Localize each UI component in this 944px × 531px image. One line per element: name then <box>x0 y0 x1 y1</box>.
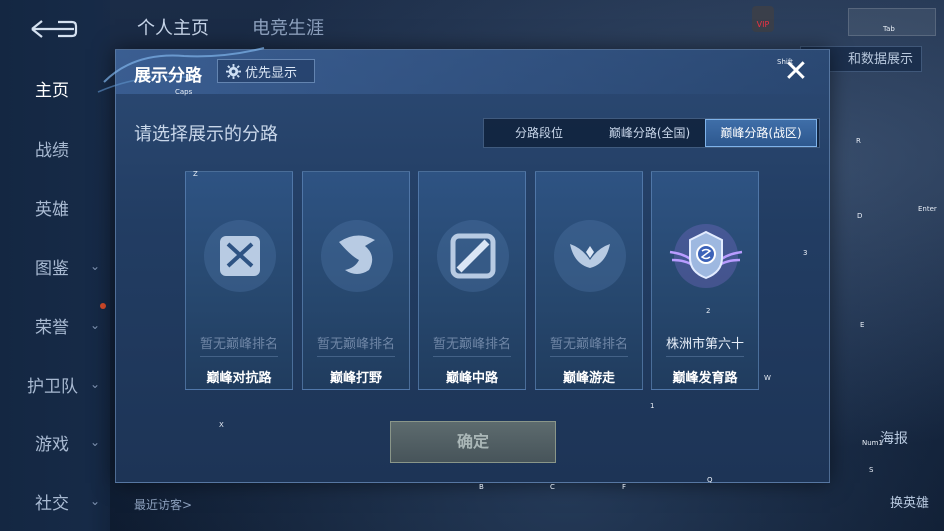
lane-card-mid[interactable]: 暂无巅峰排名 巅峰中路 <box>418 171 526 390</box>
dialog-subtitle: 请选择展示的分路 <box>134 124 278 145</box>
card-divider <box>433 356 511 357</box>
winged-crest-icon <box>669 224 743 288</box>
key-hint: 3 <box>803 249 808 257</box>
key-hint: E <box>860 321 865 329</box>
sidebar-item-label: 图鉴 <box>35 258 69 279</box>
chevron-down-icon: ⌄ <box>90 494 101 508</box>
key-hint: D <box>857 212 863 220</box>
tab-lane-rank[interactable]: 分路段位 <box>484 119 594 147</box>
lane-name: 巅峰发育路 <box>672 371 738 386</box>
poster-label[interactable]: 海报 <box>880 428 908 448</box>
lane-name: 巅峰对抗路 <box>206 371 272 386</box>
key-hint: R <box>856 137 861 145</box>
key-hint: Enter <box>918 205 937 213</box>
tab-peak-region[interactable]: 巅峰分路(战区) <box>705 119 817 147</box>
sidebar-item-label: 英雄 <box>35 199 69 220</box>
key-hint: Tab <box>883 25 895 33</box>
chevron-down-icon: ⌄ <box>90 318 101 332</box>
key-hint: F <box>622 483 627 491</box>
sword-shield-icon <box>204 220 276 292</box>
sidebar-item-social[interactable]: 社交 ⌄ <box>0 481 110 521</box>
sidebar-item-label: 主页 <box>35 80 69 101</box>
tab-personal-home[interactable]: 个人主页 <box>137 14 209 40</box>
key-hint: W <box>764 374 771 382</box>
lane-card-support[interactable]: 暂无巅峰排名 巅峰游走 <box>535 171 643 390</box>
lane-name: 巅峰中路 <box>445 371 498 386</box>
lane-mode-tabs: 分路段位 巅峰分路(全国) 巅峰分路(战区) <box>483 118 820 148</box>
card-divider <box>550 356 628 357</box>
key-hint: 2 <box>706 307 711 315</box>
key-hint: X <box>219 421 224 429</box>
chevron-down-icon: ⌄ <box>90 435 101 449</box>
lane-name: 巅峰游走 <box>562 371 615 386</box>
lane-name: 巅峰打野 <box>329 371 382 386</box>
sidebar-item-codex[interactable]: 图鉴 ⌄ <box>0 246 110 286</box>
sidebar-item-label: 战绩 <box>35 140 69 161</box>
notification-dot <box>100 303 106 309</box>
key-hint: Z <box>193 170 198 178</box>
sidebar-item-label: 荣誉 <box>35 317 69 338</box>
chevron-down-icon: ⌄ <box>90 259 101 273</box>
sidebar-item-label: 游戏 <box>35 434 69 455</box>
tab-esports-career[interactable]: 电竞生涯 <box>252 14 324 40</box>
sidebar-item-label: 护卫队 <box>27 376 78 397</box>
lane-card-jungle[interactable]: 暂无巅峰排名 巅峰打野 <box>302 171 410 390</box>
sidebar-item-honor[interactable]: 荣誉 ⌄ <box>0 305 110 345</box>
sidebar-item-label: 社交 <box>35 493 69 514</box>
vip-badge: VIP <box>752 6 774 32</box>
wings-icon <box>554 220 626 292</box>
staff-icon <box>437 220 509 292</box>
peak-rank-text: 暂无巅峰排名 <box>316 337 395 352</box>
sidebar-item-record[interactable]: 战绩 <box>0 128 110 168</box>
key-hint: B <box>479 483 484 491</box>
priority-display-label: 优先显示 <box>245 65 298 81</box>
peak-rank-text: 株洲市第六十 <box>665 337 744 352</box>
recent-visitors-link[interactable]: 最近访客> <box>134 496 192 513</box>
key-hint: S <box>869 466 874 474</box>
peak-rank-text: 暂无巅峰排名 <box>432 337 511 352</box>
tab-peak-national[interactable]: 巅峰分路(全国) <box>594 119 705 147</box>
sidebar-item-heroes[interactable]: 英雄 <box>0 187 110 227</box>
card-divider <box>200 356 278 357</box>
lane-display-dialog: 展示分路 优先显示 ✕ 请选择展示的分路 分路段位 巅峰分路(全国) 巅峰分路(… <box>97 47 830 483</box>
peak-rank-text: 暂无巅峰排名 <box>549 337 628 352</box>
sidebar-item-guard[interactable]: 护卫队 ⌄ <box>0 364 110 404</box>
peak-rank-text: 暂无巅峰排名 <box>199 337 278 352</box>
key-hint: Num1 <box>862 439 883 447</box>
chevron-down-icon: ⌄ <box>90 377 101 391</box>
key-hint: Caps <box>175 88 193 96</box>
card-divider <box>317 356 395 357</box>
back-arrow-icon[interactable] <box>28 18 78 40</box>
confirm-button[interactable]: 确定 <box>390 421 556 463</box>
priority-display-button[interactable]: 优先显示 <box>217 59 315 83</box>
key-hint: Q <box>707 476 713 484</box>
key-hint: Shift <box>777 58 793 66</box>
gear-icon <box>226 63 241 79</box>
dragon-icon <box>321 220 393 292</box>
lane-card-top[interactable]: 暂无巅峰排名 巅峰对抗路 <box>185 171 293 390</box>
dialog-title: 展示分路 <box>134 66 202 86</box>
sidebar-item-game[interactable]: 游戏 ⌄ <box>0 422 110 462</box>
change-hero-label[interactable]: 换英雄 <box>890 492 929 511</box>
key-hint: C <box>550 483 555 491</box>
key-hint: 1 <box>650 402 655 410</box>
lane-card-adc[interactable]: 株洲市第六十 巅峰发育路 <box>651 171 759 390</box>
card-divider <box>666 356 744 357</box>
